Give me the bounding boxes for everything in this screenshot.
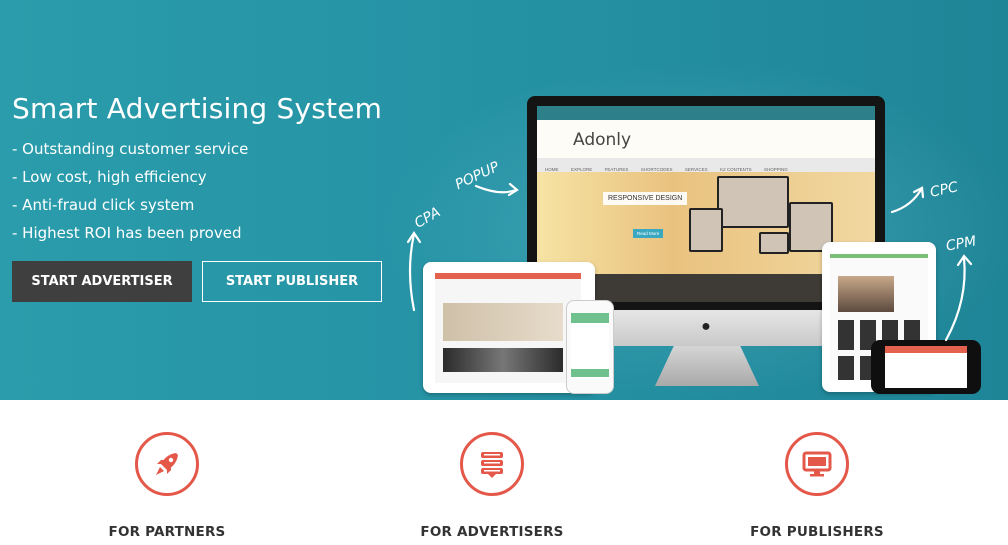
start-publisher-button[interactable]: START PUBLISHER [202,261,382,302]
feature-publishers[interactable]: FOR PUBLISHERS [717,432,917,540]
mockup-phone-image [759,232,789,254]
tablet-portrait-banner [838,276,894,312]
hero-title: Smart Advertising System [12,92,383,125]
popup-arrow [474,184,518,194]
cpa-label: CPA [411,204,444,232]
popup-label: POPUP [452,158,502,194]
mockup-tablet-image [689,208,723,252]
cpc-arrowhead [912,186,925,199]
mockup-read-more: Read More [633,229,664,238]
feature-label: FOR PUBLISHERS [750,524,884,540]
tablet-portrait-topbar [830,254,928,258]
imac-stand [655,346,759,386]
monitor-icon[interactable] [785,432,849,496]
phone-screen [571,313,609,379]
cpc-arrow [890,186,924,214]
feature-advertisers[interactable]: FOR ADVERTISERS [392,432,592,540]
cpm-arrowhead [956,254,973,267]
ad-list-icon[interactable] [460,432,524,496]
feature-label: FOR PARTNERS [108,524,226,540]
rocket-icon[interactable] [135,432,199,496]
phone-bottombar [571,369,609,377]
phone-landscape-screen [885,346,967,388]
popup-arrowhead [507,182,519,197]
tablet-topbar [435,273,581,279]
mockup-banner-title: RESPONSIVE DESIGN [603,192,688,205]
cpm-label: CPM [944,233,978,255]
cpa-arrowhead [406,231,422,244]
feature-list: - Outstanding customer service - Low cos… [12,138,248,250]
mockup-nav: HOME EXPLORE FEATURES SHORTCODES SERVICE… [537,158,875,172]
feature-label: FOR ADVERTISERS [420,524,564,540]
feature-item: - Highest ROI has been proved [12,224,242,242]
tablet-banner [443,303,563,341]
phone-landscape-device-image [871,340,981,394]
mockup-topbar [537,106,875,120]
mockup-logo: Adonly [573,130,632,150]
start-advertiser-button[interactable]: START ADVERTISER [12,261,192,302]
tablet-photo-row [443,348,563,372]
cpa-arrow [408,232,416,312]
tablet-screen [435,273,581,383]
feature-item: - Anti-fraud click system [12,196,195,214]
feature-item: - Outstanding customer service [12,140,249,158]
phone-landscape-topbar [885,346,967,353]
phone-topbar [571,313,609,323]
mockup-monitor-image [717,176,789,228]
cpc-label: CPC [928,179,960,201]
cpm-arrow [944,256,966,342]
phone-device-image [566,300,614,394]
apple-logo-icon: ● [701,318,711,335]
feature-partners[interactable]: FOR PARTNERS [67,432,267,540]
feature-item: - Low cost, high efficiency [12,168,207,186]
hero-banner: Smart Advertising System - Outstanding c… [0,0,1008,400]
